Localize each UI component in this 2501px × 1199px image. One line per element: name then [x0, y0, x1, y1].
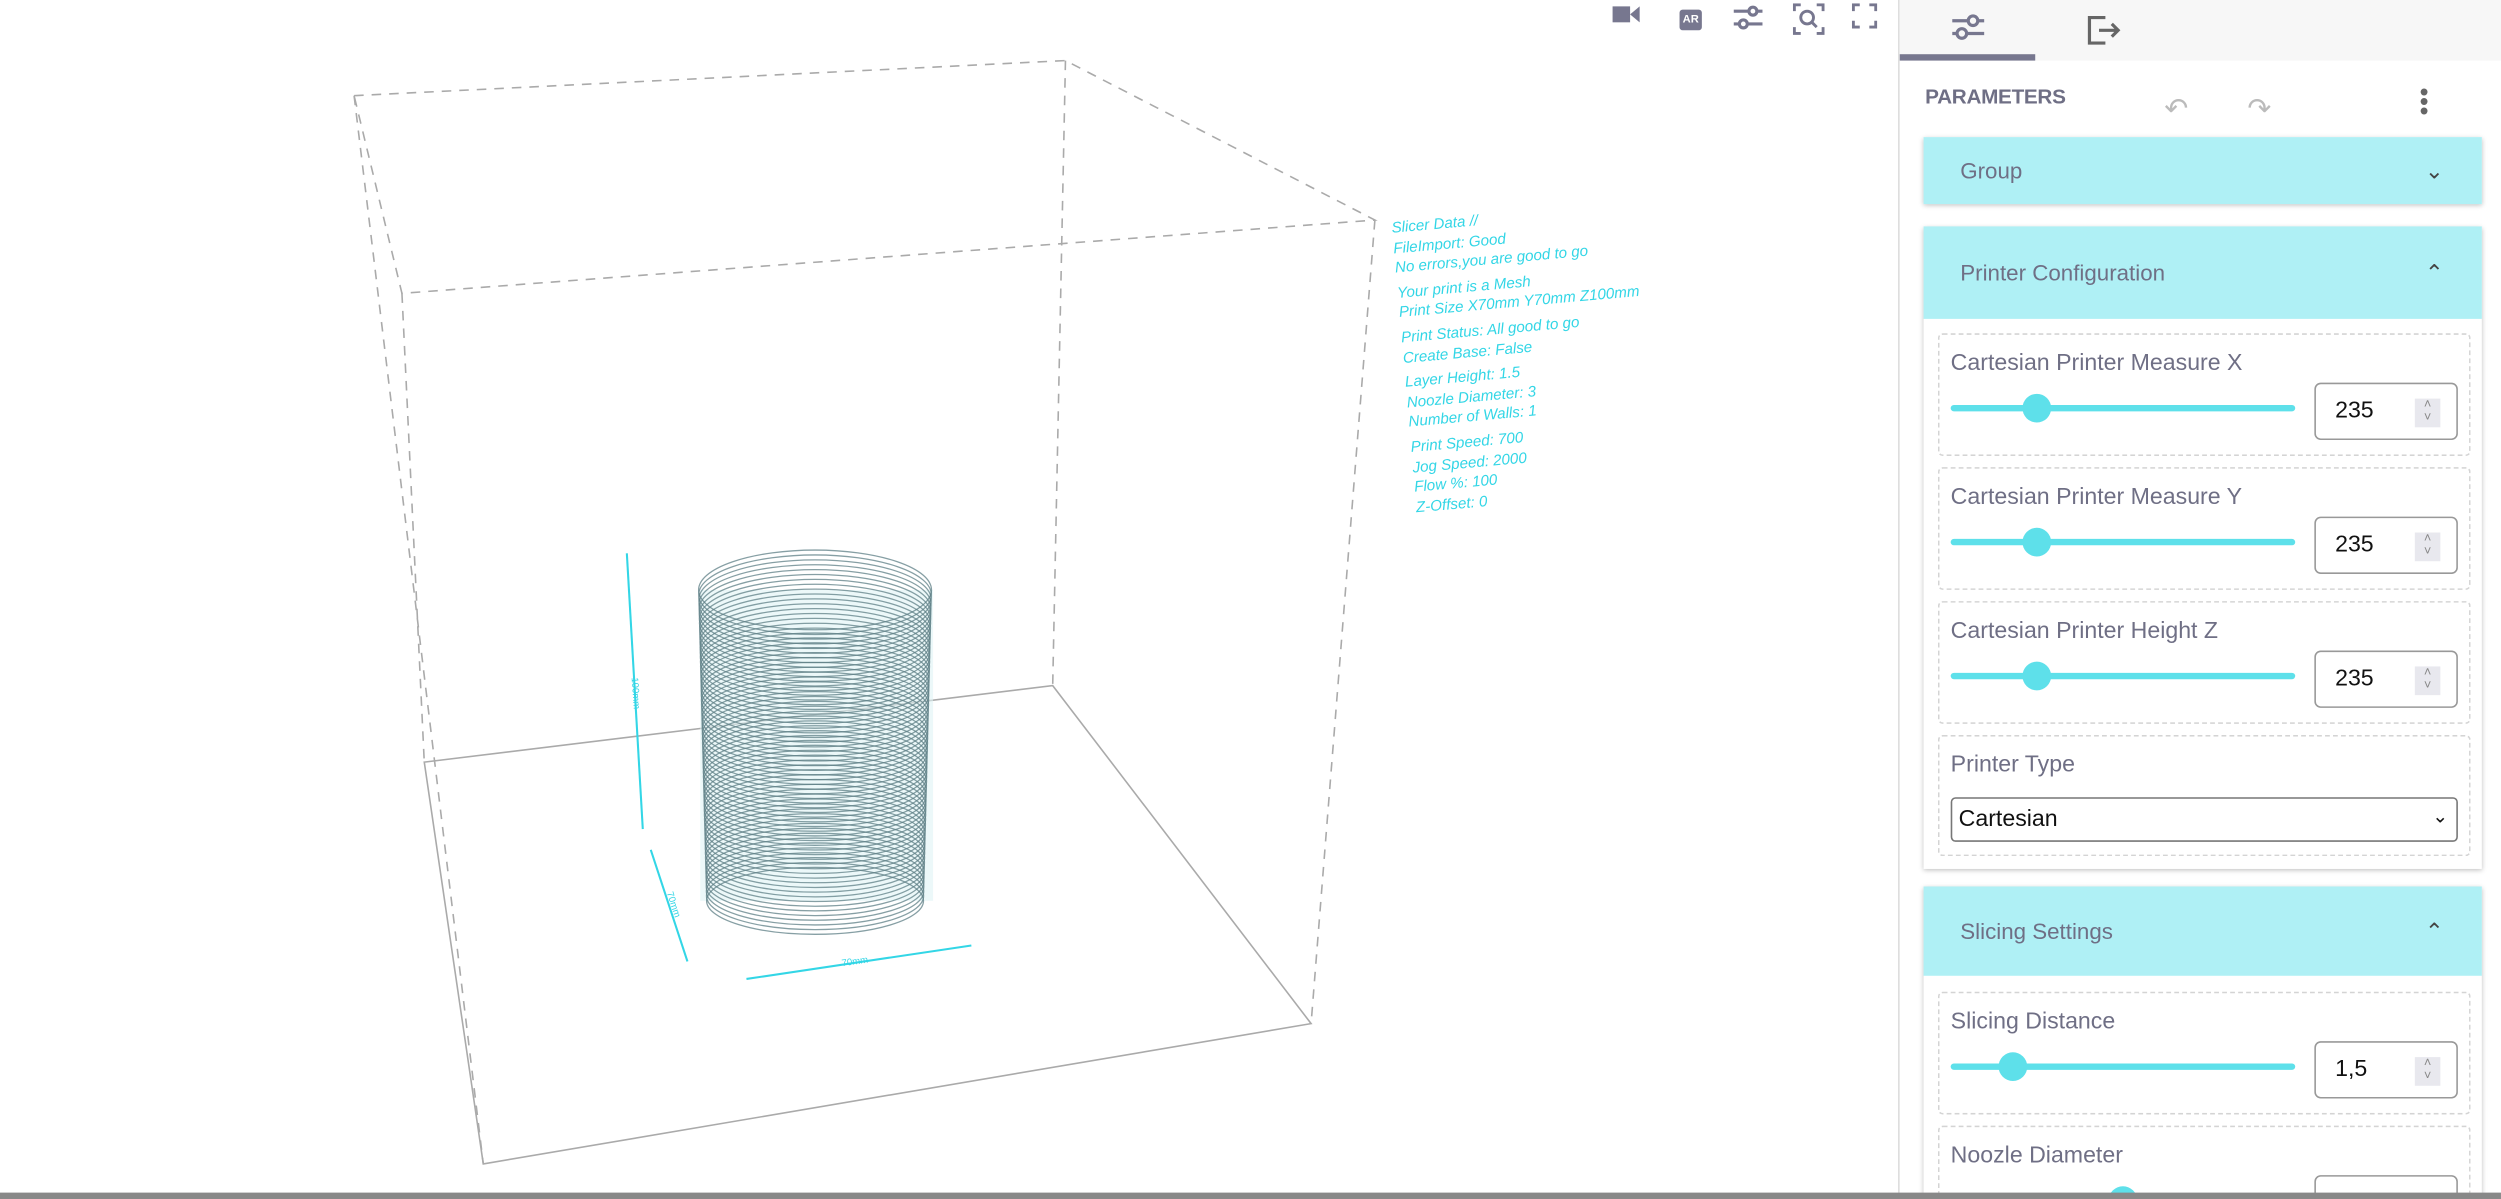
- height-dimension-label: 100mm: [629, 677, 642, 710]
- input-value: 235: [2335, 398, 2374, 425]
- sliders-icon[interactable]: [1732, 3, 1767, 35]
- panel-tab-bar: [1899, 0, 2501, 61]
- noozle-diameter-field: Noozle Diameter: [1937, 1125, 2471, 1199]
- height-z-input[interactable]: 235 ˄ ˅: [2314, 650, 2458, 708]
- 3d-viewport[interactable]: 100mm 70mm 70mm AR Slicer Data //FileImp…: [0, 0, 1898, 1199]
- slicing-settings-header[interactable]: Slicing Settings ⌃: [1923, 886, 2482, 976]
- ar-button[interactable]: AR: [1673, 3, 1708, 35]
- chevron-down-icon: ⌄: [2424, 157, 2444, 183]
- select-value: Cartesian: [1958, 806, 2058, 833]
- more-options-icon[interactable]: • • •: [2420, 81, 2429, 126]
- slider-thumb[interactable]: [2022, 527, 2052, 557]
- measure-y-input[interactable]: 235 ˄ ˅: [2314, 516, 2458, 574]
- input-value: 235: [2335, 666, 2374, 692]
- undo-icon[interactable]: ↶: [2164, 92, 2188, 125]
- measure-x-input[interactable]: 235 ˄ ˅: [2314, 382, 2458, 441]
- group-section: Group ⌄: [1923, 137, 2482, 205]
- measure-y-slider[interactable]: [1950, 527, 2296, 557]
- video-camera-icon[interactable]: [1612, 3, 1648, 35]
- slicing-distance-input[interactable]: 1,5 ˄ ˅: [2314, 1041, 2458, 1099]
- chevron-down-icon: ⌄: [2432, 805, 2449, 828]
- depth-dimension-label: 70mm: [664, 890, 683, 919]
- sliced-cylinder-model[interactable]: [697, 549, 934, 935]
- fullscreen-icon[interactable]: [1851, 3, 1887, 35]
- input-value: 235: [2335, 532, 2374, 559]
- slider-thumb[interactable]: [2022, 661, 2052, 691]
- slider-thumb[interactable]: [1998, 1052, 2028, 1082]
- field-label: Cartesian Printer Measure Y: [1950, 484, 2243, 511]
- measure-x-slider[interactable]: [1950, 393, 2296, 423]
- slicer-info-overlay: Slicer Data //FileImport: Good No errors,…: [1391, 199, 1658, 519]
- spinner-icon[interactable]: ˄ ˅: [2414, 666, 2441, 696]
- build-volume-scene[interactable]: 100mm 70mm 70mm: [0, 0, 1898, 1199]
- printer-type-select[interactable]: Cartesian ⌄: [1950, 797, 2458, 842]
- spinner-icon[interactable]: ˄ ˅: [2414, 1056, 2441, 1086]
- section-label: Slicing Settings: [1960, 918, 2113, 944]
- field-label: Cartesian Printer Height Z: [1950, 618, 2219, 645]
- printer-configuration-section: Printer Configuration ⌃ Cartesian Printe…: [1923, 226, 2482, 869]
- tab-parameters[interactable]: [1899, 0, 2036, 61]
- group-header[interactable]: Group ⌄: [1923, 137, 2482, 205]
- spinner-icon[interactable]: ˄ ˅: [2414, 398, 2441, 428]
- field-label: Printer Type: [1950, 752, 2075, 779]
- tab-export[interactable]: [2035, 0, 2171, 61]
- chevron-up-icon: ⌃: [2424, 259, 2444, 285]
- slider-thumb[interactable]: [2022, 393, 2052, 423]
- spinner-icon[interactable]: ˄ ˅: [2414, 532, 2441, 562]
- panel-title: PARAMETERS: [1925, 84, 2066, 109]
- zoom-fit-icon[interactable]: [1792, 3, 1828, 35]
- field-label: Cartesian Printer Measure X: [1950, 350, 2243, 377]
- parameters-panel: PARAMETERS ↶ ↷ • • • Group ⌄ Printer Confi…: [1898, 0, 2501, 1199]
- redo-icon[interactable]: ↷: [2247, 92, 2271, 125]
- group-label: Group: [1960, 157, 2023, 184]
- height-z-slider[interactable]: [1950, 661, 2296, 691]
- chevron-up-icon: ⌃: [2424, 917, 2444, 944]
- slicing-distance-slider[interactable]: [1950, 1052, 2296, 1082]
- measure-x-field: Cartesian Printer Measure X 235 ˄ ˅: [1937, 333, 2471, 456]
- field-label: Slicing Distance: [1950, 1009, 2116, 1035]
- input-value: 1,5: [2335, 1057, 2368, 1083]
- sliders-icon: [1951, 14, 1984, 40]
- measure-y-field: Cartesian Printer Measure Y 235 ˄ ˅: [1937, 467, 2471, 590]
- field-label: Noozle Diameter: [1950, 1143, 2123, 1169]
- export-icon: [2087, 15, 2120, 45]
- horizontal-scrollbar[interactable]: [0, 1192, 2501, 1199]
- ar-icon: AR: [1679, 8, 1702, 30]
- slicing-settings-section: Slicing Settings ⌃ Slicing Distance 1,5 ˄…: [1923, 886, 2482, 1199]
- width-dimension-label: 70mm: [841, 955, 869, 970]
- printer-configuration-header[interactable]: Printer Configuration ⌃: [1923, 226, 2482, 319]
- height-z-field: Cartesian Printer Height Z 235 ˄ ˅: [1937, 601, 2471, 724]
- section-label: Printer Configuration: [1960, 259, 2166, 286]
- slicing-distance-field: Slicing Distance 1,5 ˄ ˅: [1937, 991, 2471, 1115]
- printer-type-field: Printer Type Cartesian ⌄: [1937, 735, 2471, 857]
